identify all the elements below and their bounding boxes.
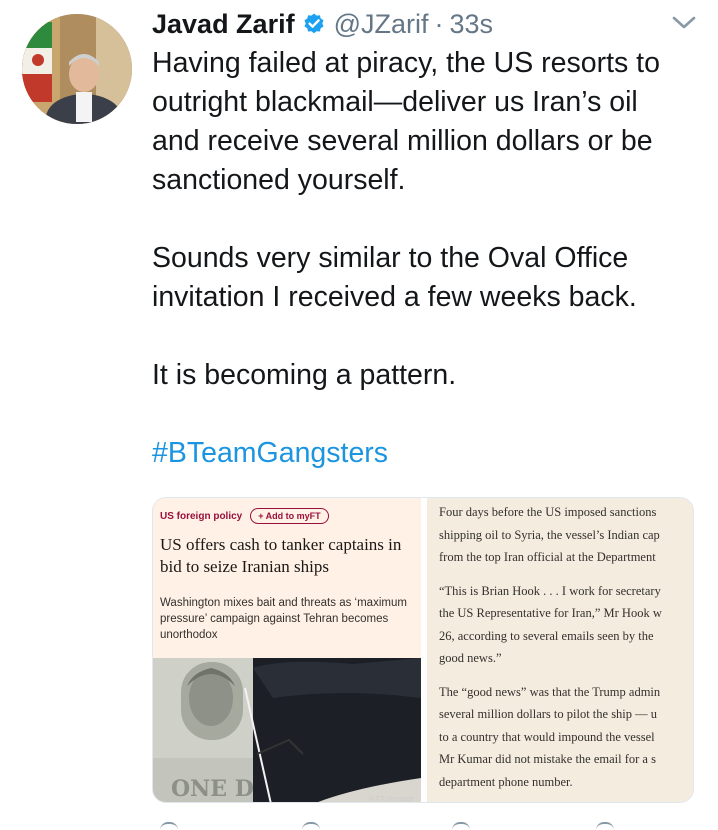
ft-topic-row: US foreign policy + Add to myFT [160,508,329,524]
ft-topic: US foreign policy [160,510,243,522]
ft-headline: US offers cash to tanker captains in bid… [160,535,402,576]
tweet-media[interactable]: US foreign policy + Add to myFT US offer… [152,497,694,803]
tweet-line: outright blackmail—deliver us Iran’s oil [152,86,638,118]
tweet-line: invitation I received a few weeks back. [152,281,637,313]
tweet-line: Sounds very similar to the Oval Office [152,242,629,274]
tweet-timestamp[interactable]: 33s [450,9,494,40]
tweet-line: and receive several million dollars or b… [152,125,653,157]
tweet-actions [152,822,672,830]
ft-article-image: ONE D [153,658,421,802]
ft-article-body: Four days before the US imposed sanction… [427,498,693,802]
svg-text:ONE D: ONE D [171,776,254,802]
ft-body-line: Four days before the US imposed sanction… [439,505,657,519]
avatar-photo [22,14,132,124]
retweet-icon[interactable] [302,822,320,830]
ft-body-line: good news.” [439,651,502,665]
verified-badge-icon [302,12,326,36]
ft-body-line: to a country that would impound the vess… [439,729,655,744]
ft-body-line: 26, according to several emails seen by … [439,628,654,643]
ft-body-line: several million dollars to pilot the shi… [439,707,658,721]
tweet-header: Javad Zarif @JZarif · 33s [152,4,493,44]
tweet-text: Having failed at piracy, the US resorts … [152,44,712,473]
avatar[interactable] [22,14,132,124]
ft-body-line: the US Representative for Iran,” Mr Hook… [439,606,662,620]
ft-image-credit: © FT montage [369,796,414,803]
tweet-line: sanctioned yourself. [152,164,406,196]
add-to-myft-button: + Add to myFT [250,508,329,524]
display-name[interactable]: Javad Zarif [152,9,295,40]
ft-body-line: Mr Kumar did not mistake the email for a… [439,752,656,766]
user-handle[interactable]: @JZarif [334,9,429,40]
tweet-line: It is becoming a pattern. [152,359,457,391]
ft-paragraph-gap [439,670,693,681]
share-icon[interactable] [596,822,614,830]
hashtag-link[interactable]: #BTeamGangsters [152,434,712,473]
ft-body-line: The “good news” was that the Trump admin [439,684,661,699]
ft-paragraph-gap [439,569,693,580]
header-separator: · [434,8,444,39]
ft-standfirst: Washington mixes bait and threats as ‘ma… [160,597,407,641]
tweet-line: Having failed at piracy, the US resorts … [152,47,660,79]
ft-body-line: department phone number. [439,774,573,789]
ft-article-screenshot: US foreign policy + Add to myFT US offer… [153,498,421,803]
ft-body-line: from the top Iran official at the Depart… [439,550,656,564]
ft-body-line: “This is Brian Hook . . . I work for sec… [439,583,661,598]
ft-body-text: Four days before the US imposed sanction… [439,501,693,793]
like-icon[interactable] [452,822,470,830]
ft-body-line: shipping oil to Syria, the vessel’s Indi… [439,527,660,542]
chevron-down-icon[interactable] [671,14,697,37]
reply-icon[interactable] [160,822,178,830]
